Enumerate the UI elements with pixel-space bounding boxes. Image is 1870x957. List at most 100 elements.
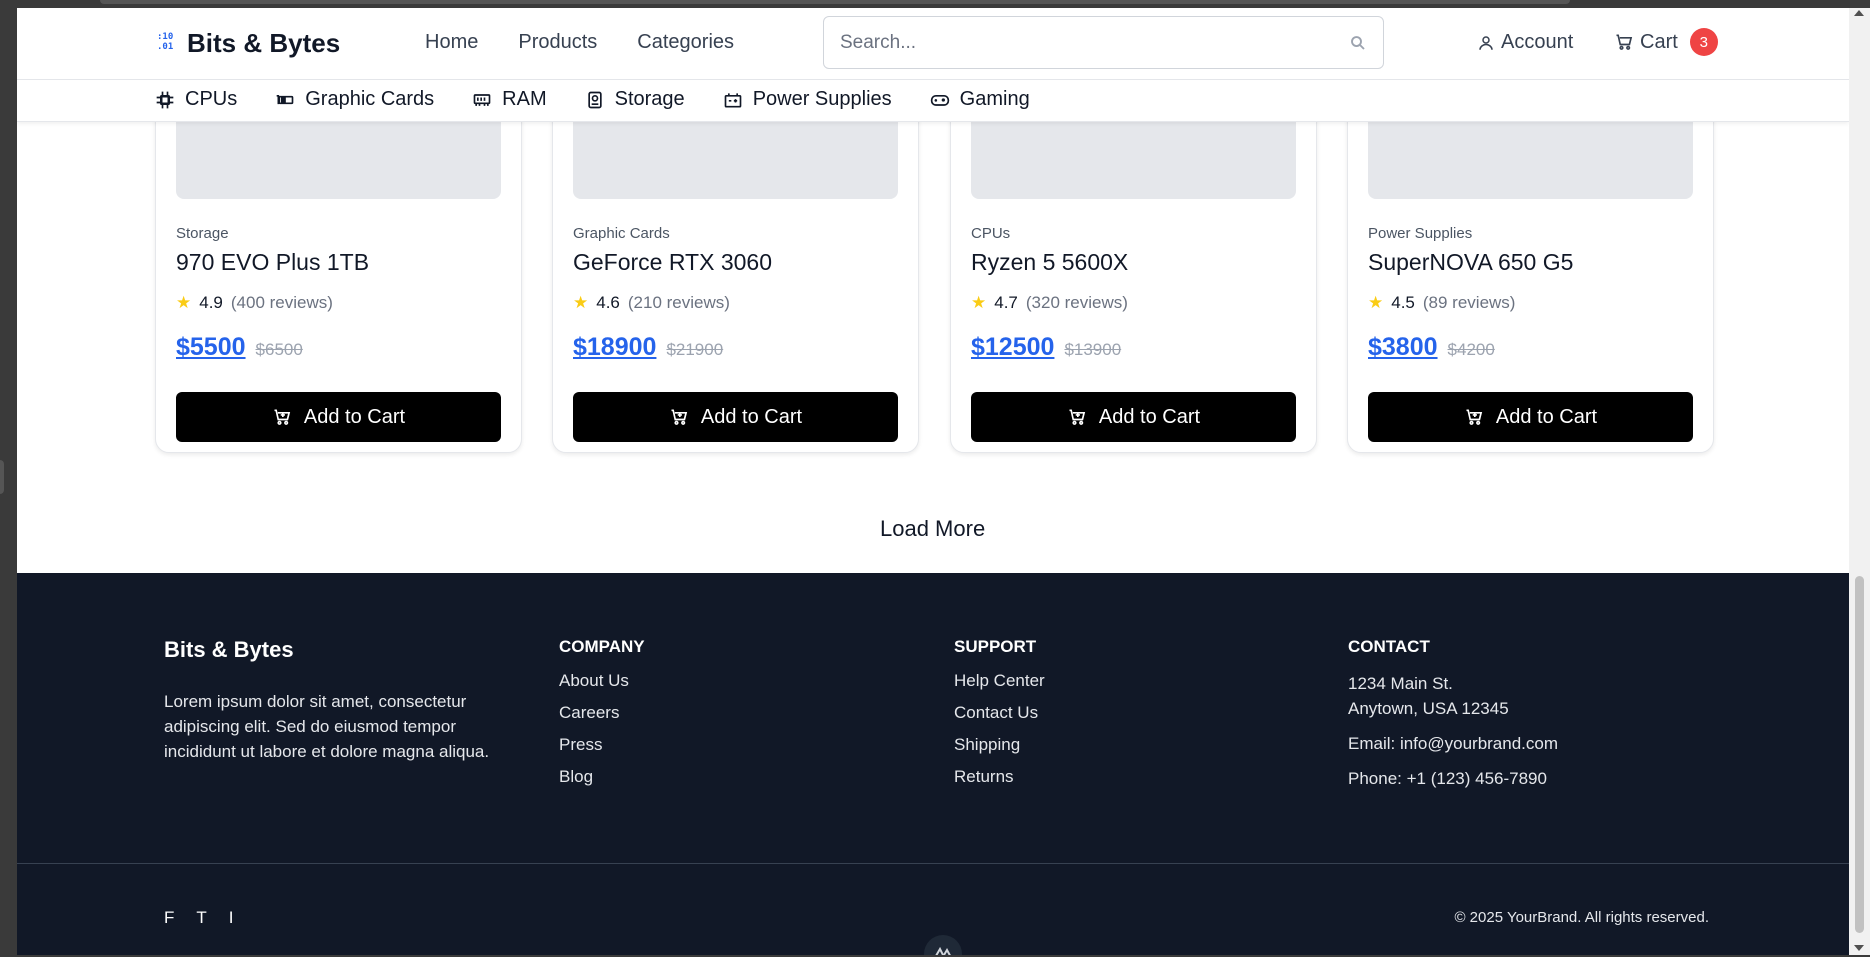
contact-address-line2: Anytown, USA 12345 [1348, 699, 1509, 718]
nuxt-devtools-button[interactable] [924, 935, 962, 955]
category-label: Storage [614, 88, 685, 110]
cart-count-badge: 3 [1689, 28, 1718, 56]
account-link[interactable]: Account [1477, 31, 1573, 54]
add-to-cart-label: Add to Cart [1098, 405, 1201, 428]
nav-categories[interactable]: Categories [637, 31, 734, 54]
star-icon: ★ [176, 293, 192, 312]
contact-address-line1: 1234 Main St. [1348, 674, 1453, 693]
copyright-text: © 2025 YourBrand. All rights reserved. [1454, 909, 1709, 926]
logo-glyph-top: :10 [157, 31, 174, 42]
account-label: Account [1501, 31, 1574, 53]
instagram-link[interactable]: I [229, 908, 234, 928]
footer-link-returns[interactable]: Returns [954, 767, 1045, 787]
product-price[interactable]: $3800 [1368, 333, 1438, 362]
footer-description: Lorem ipsum dolor sit amet, consectetur … [164, 692, 490, 761]
category-ram[interactable]: RAM [472, 88, 547, 111]
product-name[interactable]: Ryzen 5 5600X [971, 249, 1128, 276]
category-label: Gaming [959, 88, 1030, 110]
footer-link-careers[interactable]: Careers [559, 703, 645, 723]
brand-name: Bits & Bytes [187, 28, 341, 58]
product-prices: $18900 $21900 [573, 333, 723, 362]
footer-link-press[interactable]: Press [559, 735, 645, 755]
product-rating: ★ 4.5 (89 reviews) [1368, 293, 1515, 313]
category-bar: CPUs Graphic Cards RAM Storage Power Sup… [17, 80, 1849, 122]
product-name[interactable]: SuperNOVA 650 G5 [1368, 249, 1573, 276]
rating-score: 4.5 [1391, 293, 1415, 312]
user-icon [1479, 35, 1493, 50]
logo-glyph-bottom: .01 [157, 41, 174, 52]
add-to-cart-button[interactable]: Add to Cart [176, 392, 501, 442]
nav-home[interactable]: Home [425, 31, 478, 54]
footer-divider [17, 863, 1849, 864]
category-storage[interactable]: Storage [585, 88, 685, 111]
footer-contact-title: CONTACT [1348, 637, 1430, 656]
rating-score: 4.7 [994, 293, 1018, 312]
cart-plus-icon [1466, 409, 1483, 425]
page-viewport: Storage 970 EVO Plus 1TB ★ 4.9 (400 revi… [17, 8, 1849, 955]
product-price[interactable]: $18900 [573, 333, 656, 362]
site-footer: Bits & Bytes Lorem ipsum dolor sit amet,… [17, 573, 1849, 955]
product-name[interactable]: 970 EVO Plus 1TB [176, 249, 369, 276]
cart-icon [1616, 34, 1633, 50]
contact-email[interactable]: Email: info@yourbrand.com [1348, 731, 1558, 756]
product-old-price: $6500 [255, 340, 303, 359]
footer-company-title: COMPANY [559, 637, 645, 656]
review-count: (400 reviews) [230, 293, 333, 312]
twitter-link[interactable]: T [196, 908, 206, 928]
product-prices: $12500 $13900 [971, 333, 1121, 362]
add-to-cart-label: Add to Cart [700, 405, 803, 428]
page-scrollbar[interactable] [1849, 8, 1870, 955]
search-icon[interactable] [1349, 34, 1367, 52]
storage-icon [587, 91, 602, 108]
memory-icon [473, 93, 491, 106]
scroll-down-arrow[interactable] [1854, 945, 1864, 951]
star-icon: ★ [1368, 293, 1384, 312]
product-prices: $3800 $4200 [1368, 333, 1495, 362]
product-old-price: $4200 [1447, 340, 1495, 359]
category-cpus[interactable]: CPUs [155, 88, 237, 111]
product-rating: ★ 4.7 (320 reviews) [971, 293, 1128, 313]
add-to-cart-button[interactable]: Add to Cart [1368, 392, 1693, 442]
category-gaming[interactable]: Gaming [930, 88, 1030, 111]
review-count: (89 reviews) [1422, 293, 1516, 312]
window-top-strip [0, 0, 1870, 8]
load-more-button[interactable]: Load More [880, 516, 985, 542]
window-top-handle [100, 0, 1570, 4]
cart-plus-icon [671, 409, 688, 425]
footer-link-shipping[interactable]: Shipping [954, 735, 1045, 755]
star-icon: ★ [971, 293, 987, 312]
cart-link[interactable]: Cart 3 [1614, 28, 1718, 56]
footer-link-contact[interactable]: Contact Us [954, 703, 1045, 723]
product-price[interactable]: $5500 [176, 333, 246, 362]
category-graphic-cards[interactable]: Graphic Cards [275, 88, 434, 111]
category-label: RAM [502, 88, 547, 110]
side-panel-handle[interactable] [0, 460, 4, 494]
product-name[interactable]: GeForce RTX 3060 [573, 249, 772, 276]
add-to-cart-button[interactable]: Add to Cart [971, 392, 1296, 442]
brand-logo[interactable]: :10 .01 Bits & Bytes [157, 28, 340, 59]
search-input[interactable] [840, 31, 1349, 54]
scrollbar-thumb[interactable] [1855, 576, 1864, 933]
cart-plus-icon [1069, 409, 1086, 425]
main-nav: Home Products Categories [425, 31, 734, 54]
footer-support-title: SUPPORT [954, 637, 1037, 656]
product-old-price: $21900 [666, 340, 724, 359]
gamepad-icon [930, 94, 949, 106]
review-count: (320 reviews) [1025, 293, 1128, 312]
add-to-cart-button[interactable]: Add to Cart [573, 392, 898, 442]
product-price[interactable]: $12500 [971, 333, 1054, 362]
product-category: Storage [176, 225, 229, 242]
product-rating: ★ 4.6 (210 reviews) [573, 293, 730, 313]
product-category: Power Supplies [1368, 225, 1473, 242]
footer-link-blog[interactable]: Blog [559, 767, 645, 787]
footer-link-help[interactable]: Help Center [954, 671, 1045, 691]
gpu-icon [276, 94, 294, 104]
product-category: CPUs [971, 225, 1011, 242]
facebook-link[interactable]: F [164, 908, 174, 928]
category-power-supplies[interactable]: Power Supplies [723, 88, 892, 111]
scroll-up-arrow[interactable] [1854, 10, 1864, 16]
contact-phone[interactable]: Phone: +1 (123) 456-7890 [1348, 766, 1558, 791]
footer-link-about[interactable]: About Us [559, 671, 645, 691]
social-links: F T I [164, 908, 234, 928]
nav-products[interactable]: Products [518, 31, 597, 54]
